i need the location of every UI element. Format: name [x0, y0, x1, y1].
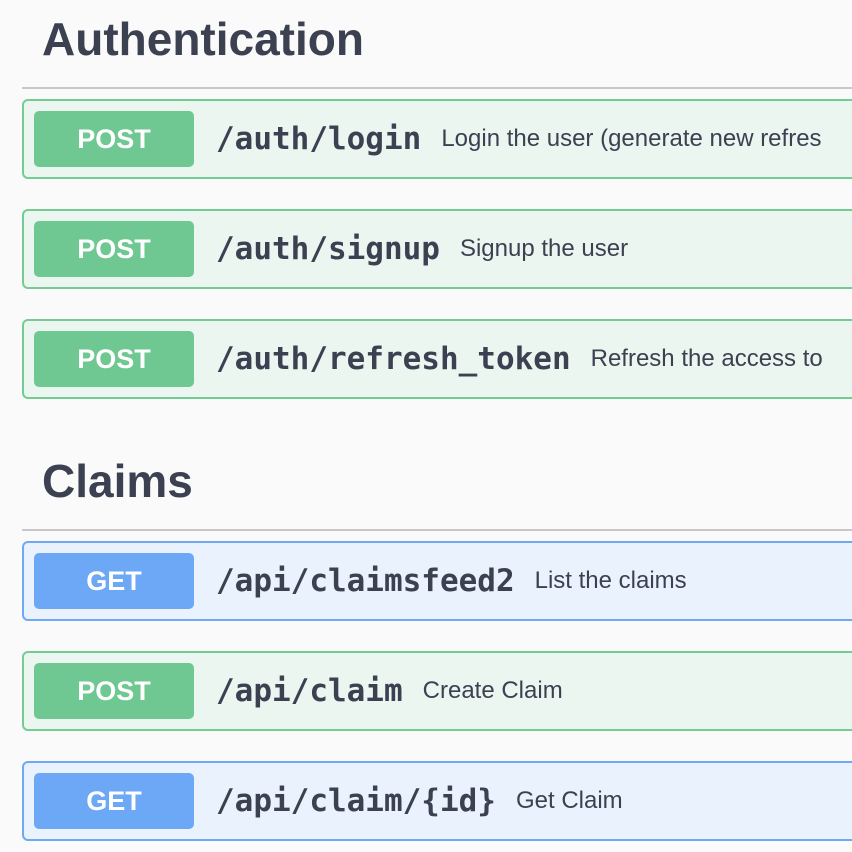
opblock-post-auth-refresh-token[interactable]: POST /auth/refresh_token Refresh the acc…	[22, 319, 852, 399]
operation-description: Refresh the access to	[590, 345, 823, 372]
method-badge: POST	[34, 331, 194, 387]
operation-description: Get Claim	[515, 787, 623, 814]
section-title-claims[interactable]: Claims	[42, 458, 193, 504]
opblock-get-api-claim-id[interactable]: GET /api/claim/{id} Get Claim	[22, 761, 852, 841]
operation-description: Signup the user	[459, 235, 629, 262]
opblock-summary: /api/claim Create Claim	[216, 653, 563, 729]
operation-path: /api/claim/{id}	[216, 783, 496, 819]
operation-description: Login the user (generate new refres	[441, 125, 822, 152]
opblock-get-api-claimsfeed2[interactable]: GET /api/claimsfeed2 List the claims	[22, 541, 852, 621]
method-badge: POST	[34, 221, 194, 277]
section-title-authentication[interactable]: Authentication	[42, 16, 364, 62]
operation-description: Create Claim	[422, 677, 563, 704]
opblock-post-auth-login[interactable]: POST /auth/login Login the user (generat…	[22, 99, 852, 179]
method-badge: POST	[34, 111, 194, 167]
opblock-summary: /auth/refresh_token Refresh the access t…	[216, 321, 823, 397]
section-divider	[22, 87, 852, 89]
method-badge: GET	[34, 553, 194, 609]
opblock-post-api-claim[interactable]: POST /api/claim Create Claim	[22, 651, 852, 731]
opblock-post-auth-signup[interactable]: POST /auth/signup Signup the user	[22, 209, 852, 289]
opblock-summary: /auth/login Login the user (generate new…	[216, 101, 822, 177]
operation-path: /auth/signup	[216, 231, 440, 267]
operation-path: /auth/refresh_token	[216, 341, 571, 377]
opblock-summary: /auth/signup Signup the user	[216, 211, 628, 287]
method-badge: GET	[34, 773, 194, 829]
operation-path: /api/claimsfeed2	[216, 563, 515, 599]
section-divider	[22, 529, 852, 531]
api-docs-page: Authentication POST /auth/login Login th…	[0, 0, 852, 852]
operation-path: /auth/login	[216, 121, 422, 157]
operation-path: /api/claim	[216, 673, 403, 709]
opblock-summary: /api/claim/{id} Get Claim	[216, 763, 623, 839]
method-badge: POST	[34, 663, 194, 719]
opblock-summary: /api/claimsfeed2 List the claims	[216, 543, 687, 619]
operation-description: List the claims	[534, 567, 687, 594]
